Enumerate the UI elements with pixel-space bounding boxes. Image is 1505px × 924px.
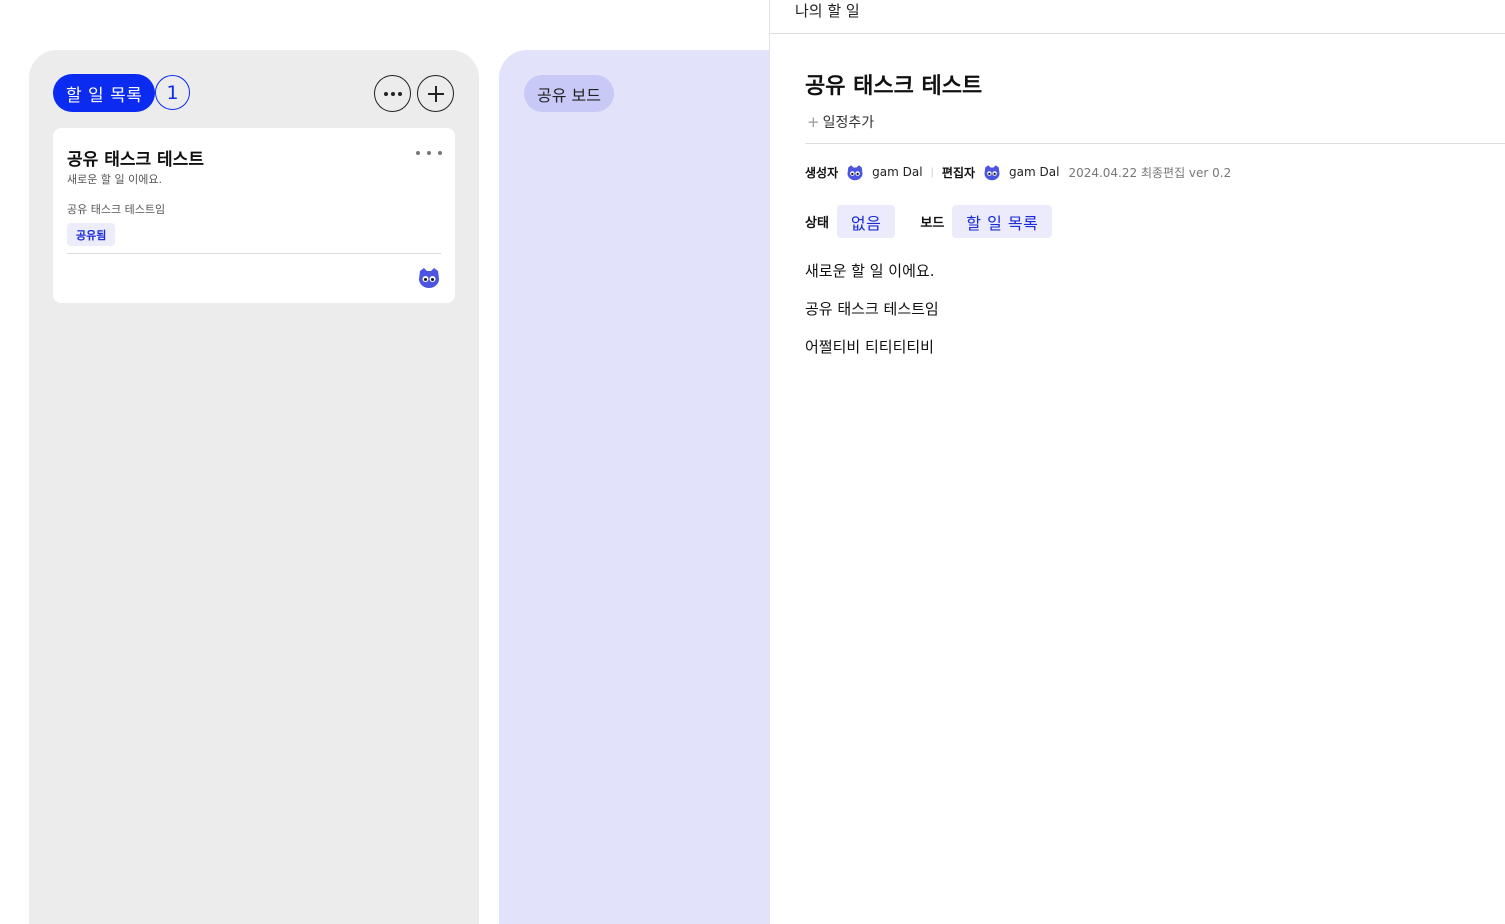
- cat-avatar-icon: [419, 268, 439, 288]
- card-divider: [67, 253, 441, 254]
- task-body-line[interactable]: 어쩔티비 티티티티비: [805, 336, 934, 357]
- avatar[interactable]: [417, 265, 441, 293]
- task-card-subtitle: 새로운 할 일 이에요.: [67, 173, 162, 186]
- task-card-description: 공유 태스크 테스트임: [67, 203, 166, 216]
- task-count-badge: 1: [155, 75, 190, 110]
- plus-icon: +: [807, 113, 820, 131]
- task-detail-panel: 나의 할 일 공유 태스크 테스트 + 일정추가 생성자 gam Dal | 편…: [769, 0, 1505, 924]
- editor-name: gam Dal: [1009, 165, 1060, 179]
- creator-label: 생성자: [805, 165, 839, 180]
- task-title[interactable]: 공유 태스크 테스트: [805, 68, 982, 100]
- status-label: 상태: [805, 216, 829, 231]
- status-select[interactable]: 없음: [836, 205, 896, 238]
- detail-header-title: 나의 할 일: [795, 2, 860, 20]
- add-task-button[interactable]: [417, 75, 454, 112]
- task-fields-row: 상태 없음 보드 할 일 목록: [805, 205, 1053, 238]
- board-more-button[interactable]: [374, 75, 411, 112]
- task-card[interactable]: 공유 태스크 테스트 새로운 할 일 이에요. 공유 태스크 테스트임 공유됨: [53, 128, 455, 303]
- board-label: 보드: [920, 216, 945, 231]
- task-card-more-button[interactable]: [416, 146, 442, 160]
- cat-avatar-icon: [847, 165, 863, 181]
- board-column-todo: 할 일 목록 1 공유 태스크 테스트 새로운 할 일 이에요. 공유 태스크 …: [29, 50, 479, 924]
- add-schedule-button[interactable]: + 일정추가: [807, 112, 874, 132]
- add-schedule-label: 일정추가: [822, 115, 875, 131]
- shared-tag: 공유됨: [67, 223, 116, 246]
- last-edit-info: 2024.04.22 최종편집 ver 0.2: [1068, 165, 1232, 180]
- more-horizontal-icon: [383, 91, 402, 96]
- meta-separator: |: [930, 166, 934, 178]
- editor-label: 편집자: [941, 165, 976, 180]
- creator-name: gam Dal: [872, 165, 923, 179]
- task-card-title: 공유 태스크 테스트: [67, 150, 204, 170]
- schedule-divider: [805, 143, 1505, 144]
- more-horizontal-icon: [416, 151, 420, 155]
- board-column-shared: 공유 보드: [499, 50, 799, 924]
- task-body-line[interactable]: 새로운 할 일 이에요.: [805, 260, 934, 281]
- detail-header: 나의 할 일: [770, 0, 1505, 34]
- plus-icon: [427, 85, 444, 102]
- board-title-pill[interactable]: 할 일 목록: [53, 74, 156, 112]
- board-select[interactable]: 할 일 목록: [952, 205, 1053, 238]
- app-root: 할 일 목록 1 공유 태스크 테스트 새로운 할 일 이에요. 공유 태스크 …: [0, 0, 1505, 924]
- shared-board-title-pill[interactable]: 공유 보드: [524, 75, 614, 112]
- task-body-line[interactable]: 공유 태스크 테스트임: [805, 298, 939, 319]
- task-meta-row: 생성자 gam Dal | 편집자 gam Dal 2024.04.22 최종편…: [805, 162, 1231, 182]
- cat-avatar-icon: [984, 165, 1000, 181]
